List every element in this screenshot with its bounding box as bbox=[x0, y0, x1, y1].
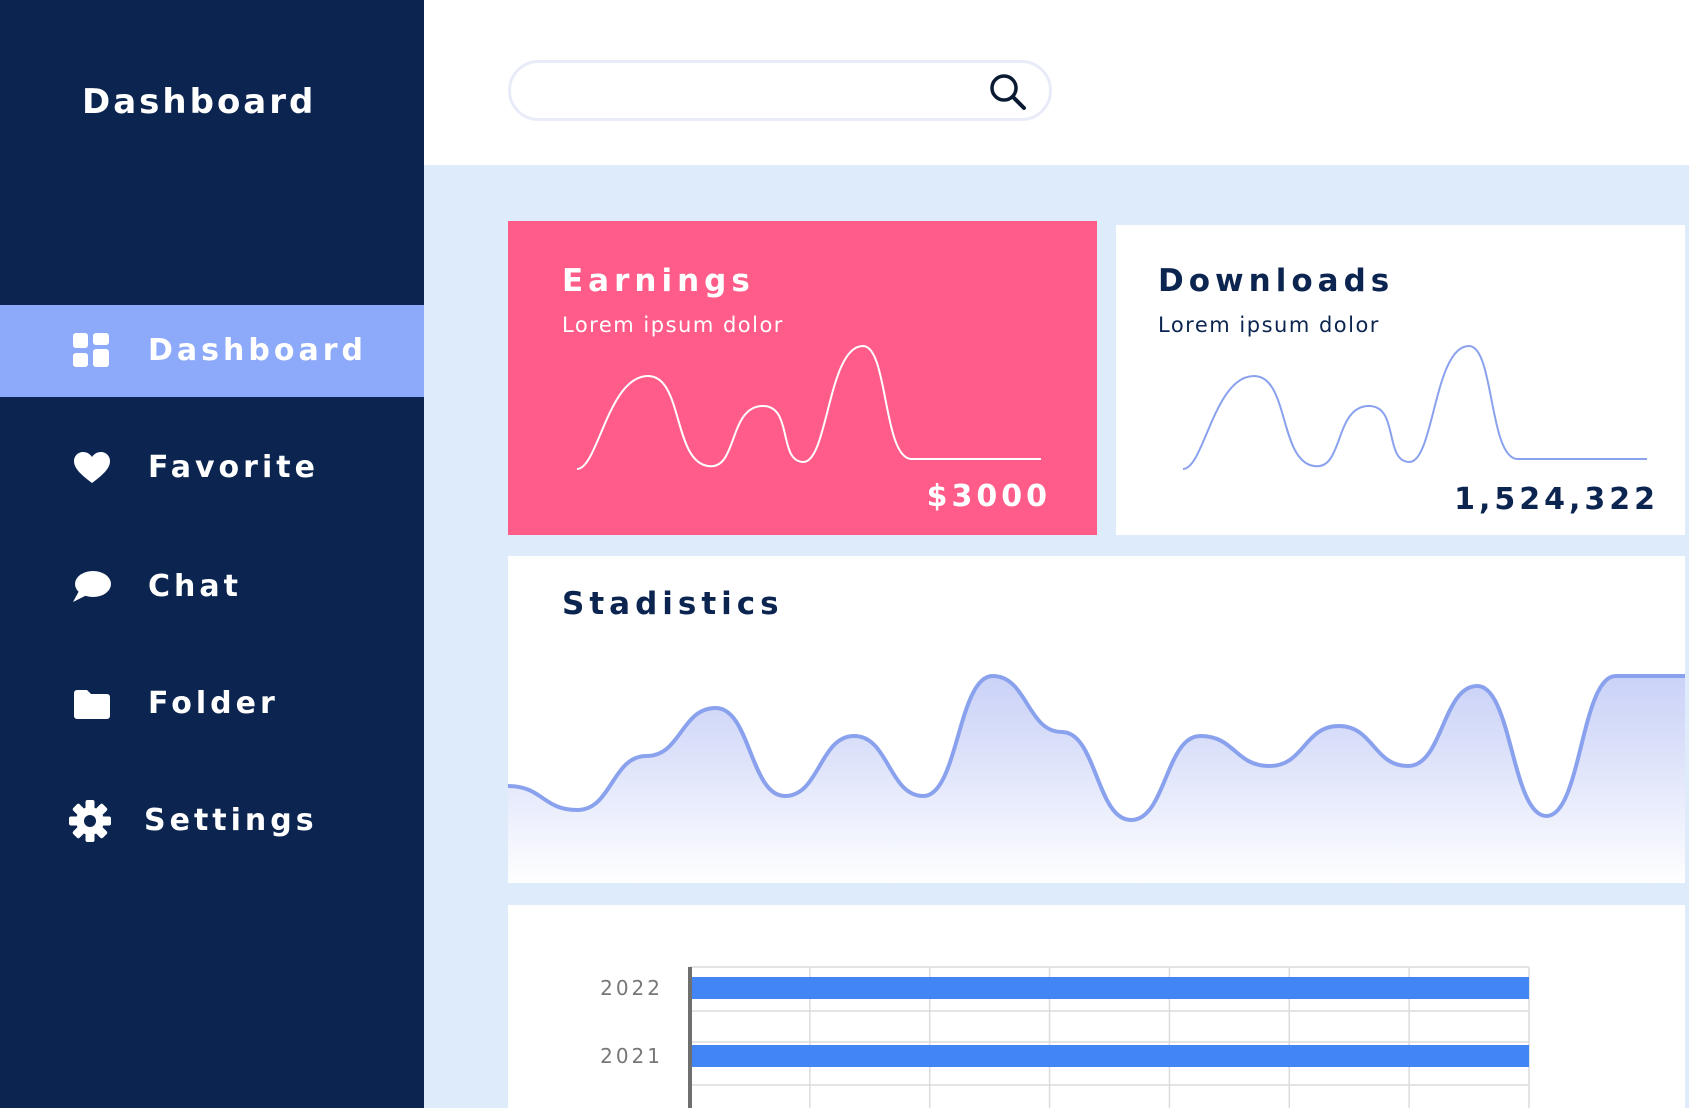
yearly-bar-chart-card: 2022 2021 bbox=[508, 905, 1685, 1108]
sidebar-item-label: Chat bbox=[148, 569, 242, 604]
sidebar: Dashboard Dashboard Favorite Chat Folder… bbox=[0, 0, 424, 1108]
sidebar-item-favorite[interactable]: Favorite bbox=[0, 422, 424, 514]
search-input[interactable] bbox=[508, 60, 1052, 121]
bar-2021 bbox=[692, 1045, 1529, 1067]
gear-icon bbox=[68, 800, 112, 842]
downloads-value: 1,524,322 bbox=[1454, 482, 1659, 517]
sidebar-item-settings[interactable]: Settings bbox=[0, 775, 424, 867]
heart-icon bbox=[70, 450, 114, 486]
downloads-card: Downloads Lorem ipsum dolor 1,524,322 bbox=[1116, 225, 1685, 535]
bar-2022 bbox=[692, 977, 1529, 999]
sidebar-item-label: Folder bbox=[148, 686, 279, 721]
tick-label: 2021 bbox=[600, 1044, 663, 1068]
folder-icon bbox=[70, 686, 114, 722]
earnings-value: $3000 bbox=[926, 479, 1051, 514]
sidebar-item-label: Dashboard bbox=[148, 333, 367, 368]
earnings-card: Earnings Lorem ipsum dolor $3000 bbox=[508, 221, 1097, 535]
sidebar-item-dashboard[interactable]: Dashboard bbox=[0, 305, 424, 397]
search-icon[interactable] bbox=[988, 72, 1028, 112]
tick-label: 2022 bbox=[600, 976, 663, 1000]
app-title: Dashboard bbox=[82, 82, 317, 122]
yearly-bar-chart: 2022 2021 bbox=[600, 966, 1530, 1108]
statistics-area-chart bbox=[508, 674, 1685, 883]
sidebar-item-chat[interactable]: Chat bbox=[0, 541, 424, 633]
statistics-card: Stadistics bbox=[508, 556, 1685, 883]
chat-bubble-icon bbox=[70, 569, 114, 605]
sidebar-item-folder[interactable]: Folder bbox=[0, 658, 424, 750]
sidebar-item-label: Settings bbox=[144, 803, 318, 838]
grid-icon bbox=[70, 333, 114, 369]
sidebar-item-label: Favorite bbox=[148, 450, 319, 485]
